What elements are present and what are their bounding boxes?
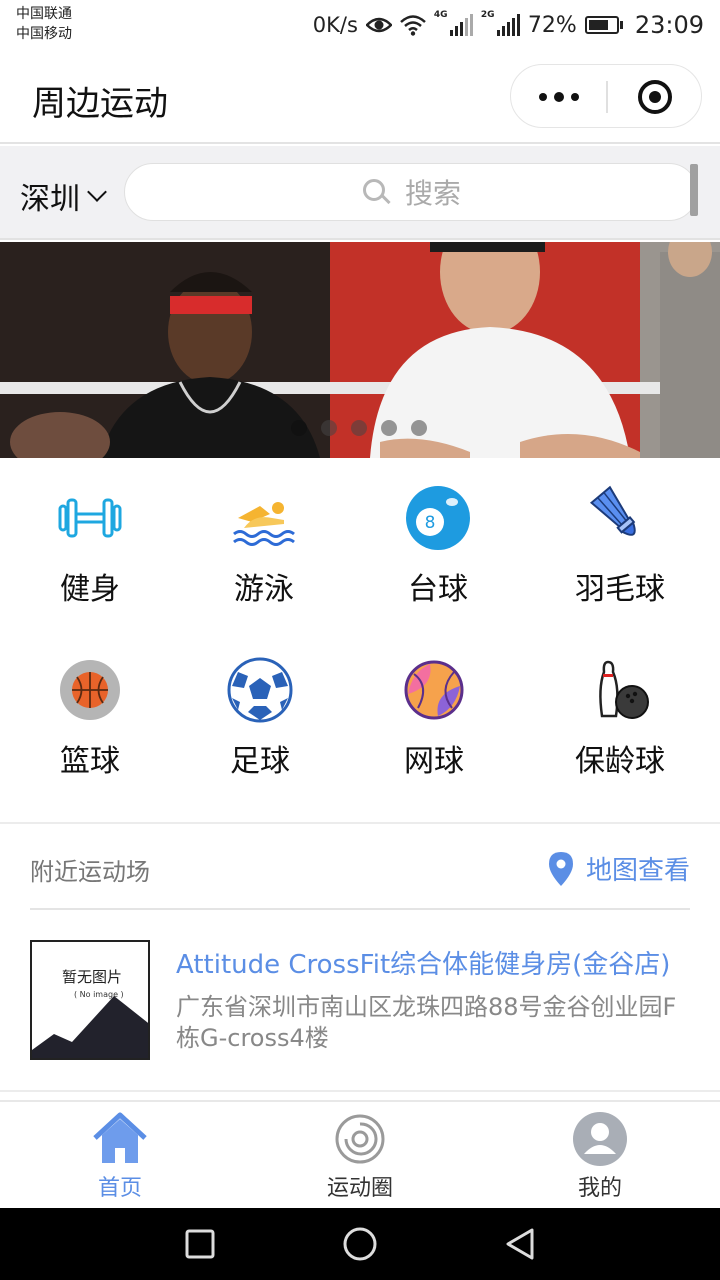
category-label: 网球 bbox=[404, 744, 464, 779]
more-menu-button[interactable] bbox=[511, 65, 607, 129]
carousel-dot[interactable] bbox=[321, 420, 337, 436]
venue-list-item[interactable]: 暂无图片 ( No image ) Attitude CrossFit综合体能健… bbox=[30, 940, 690, 1060]
nearby-section-title: 附近运动场 bbox=[30, 858, 150, 886]
city-label: 深圳 bbox=[20, 182, 80, 217]
net-speed: 0K/s bbox=[312, 13, 358, 37]
sim2-tag: 2G bbox=[480, 10, 495, 20]
target-icon bbox=[638, 80, 672, 114]
page-title: 周边运动 bbox=[32, 84, 168, 124]
svg-text:8: 8 bbox=[425, 513, 436, 533]
venue-name: Attitude CrossFit综合体能健身房(金谷店) bbox=[176, 950, 671, 980]
carousel-dot[interactable] bbox=[351, 420, 367, 436]
venue-thumbnail: 暂无图片 ( No image ) bbox=[30, 940, 150, 1060]
search-row: 深圳 搜索 bbox=[0, 146, 720, 240]
category-badminton[interactable]: 羽毛球 bbox=[530, 458, 710, 618]
bowling-icon bbox=[599, 660, 649, 719]
basketball-icon bbox=[60, 660, 120, 720]
carrier-1: 中国联通 bbox=[16, 6, 72, 22]
carousel-dot[interactable] bbox=[291, 420, 307, 436]
category-label: 篮球 bbox=[60, 744, 120, 779]
list-divider bbox=[0, 1090, 720, 1092]
tab-profile[interactable]: 我的 bbox=[480, 1102, 720, 1210]
category-label: 羽毛球 bbox=[575, 572, 665, 607]
billiards-icon: 8 bbox=[406, 486, 470, 550]
section-divider bbox=[0, 822, 720, 824]
signal-sim1-icon: 4G bbox=[434, 10, 473, 36]
tab-home[interactable]: 首页 bbox=[0, 1102, 240, 1210]
category-soccer[interactable]: 足球 bbox=[170, 630, 350, 790]
section-divider bbox=[30, 908, 690, 910]
system-navigation-bar bbox=[0, 1208, 720, 1280]
tab-label: 首页 bbox=[97, 1176, 142, 1201]
category-label: 保龄球 bbox=[575, 744, 665, 779]
sport-categories: 健身 游泳 8 台球 羽毛球 篮球 足球 网球 保龄球 bbox=[0, 458, 720, 822]
category-billiards[interactable]: 8 台球 bbox=[348, 458, 528, 618]
signal-sim2-icon: 2G bbox=[481, 10, 520, 36]
category-label: 台球 bbox=[408, 572, 468, 607]
baseball-icon bbox=[404, 660, 464, 720]
status-indicators: 0K/s 4G 2G 72% 23:09 bbox=[313, 8, 704, 42]
clock: 23:09 bbox=[634, 11, 704, 39]
soccer-ball-icon bbox=[227, 657, 293, 723]
city-selector[interactable]: 深圳 bbox=[20, 174, 107, 218]
map-view-link[interactable]: 地图查看 bbox=[548, 850, 690, 887]
profile-icon bbox=[573, 1112, 627, 1166]
battery-percent: 72% bbox=[527, 12, 577, 38]
venue-address: 广东省深圳市南山区龙珠四路88号金谷创业园F栋G-cross4楼 bbox=[176, 993, 677, 1052]
category-basketball[interactable]: 篮球 bbox=[0, 630, 180, 790]
category-swimming[interactable]: 游泳 bbox=[174, 458, 354, 618]
scrollbar[interactable] bbox=[690, 164, 698, 216]
category-fitness[interactable]: 健身 bbox=[0, 458, 180, 618]
search-icon bbox=[361, 177, 391, 207]
recent-apps-icon[interactable] bbox=[182, 1226, 218, 1262]
wifi-icon bbox=[400, 15, 426, 36]
circle-feed-icon bbox=[335, 1114, 385, 1164]
category-label: 游泳 bbox=[234, 572, 294, 607]
badminton-icon bbox=[589, 485, 636, 536]
tab-label: 我的 bbox=[577, 1176, 622, 1201]
status-bar: 中国联通 中国移动 0K/s 4G 2G 72% 23:09 bbox=[0, 0, 720, 50]
home-button-icon[interactable] bbox=[342, 1226, 378, 1262]
back-icon[interactable] bbox=[502, 1226, 538, 1262]
dumbbell-icon bbox=[58, 498, 122, 538]
carousel-indicator bbox=[0, 420, 720, 436]
carrier-2: 中国移动 bbox=[16, 26, 72, 42]
category-label: 足球 bbox=[230, 744, 290, 779]
category-label: 健身 bbox=[60, 572, 120, 607]
category-bowling[interactable]: 保龄球 bbox=[530, 630, 710, 790]
search-input[interactable]: 搜索 bbox=[124, 163, 698, 221]
swimming-icon bbox=[233, 502, 295, 546]
tab-sports-circle[interactable]: 运动圈 bbox=[240, 1102, 480, 1210]
map-view-label: 地图查看 bbox=[585, 856, 690, 886]
home-icon bbox=[93, 1112, 147, 1163]
search-placeholder: 搜索 bbox=[404, 177, 461, 210]
eye-icon bbox=[365, 17, 392, 33]
carousel-dot[interactable] bbox=[411, 420, 427, 436]
location-pin-icon bbox=[548, 851, 573, 886]
category-tennis[interactable]: 网球 bbox=[344, 630, 524, 790]
tab-label: 运动圈 bbox=[326, 1176, 393, 1201]
close-mini-program-button[interactable] bbox=[607, 65, 703, 129]
battery-icon bbox=[584, 16, 623, 34]
carrier-info: 中国联通 中国移动 bbox=[16, 4, 72, 44]
mountain-placeholder-icon bbox=[32, 996, 148, 1058]
chevron-down-icon bbox=[87, 182, 107, 202]
tab-bar: 首页 运动圈 我的 bbox=[0, 1100, 720, 1208]
mini-program-capsule bbox=[510, 64, 702, 128]
nav-bar: 周边运动 bbox=[0, 50, 720, 144]
sim1-tag: 4G bbox=[433, 10, 448, 20]
carousel-dot[interactable] bbox=[381, 420, 397, 436]
